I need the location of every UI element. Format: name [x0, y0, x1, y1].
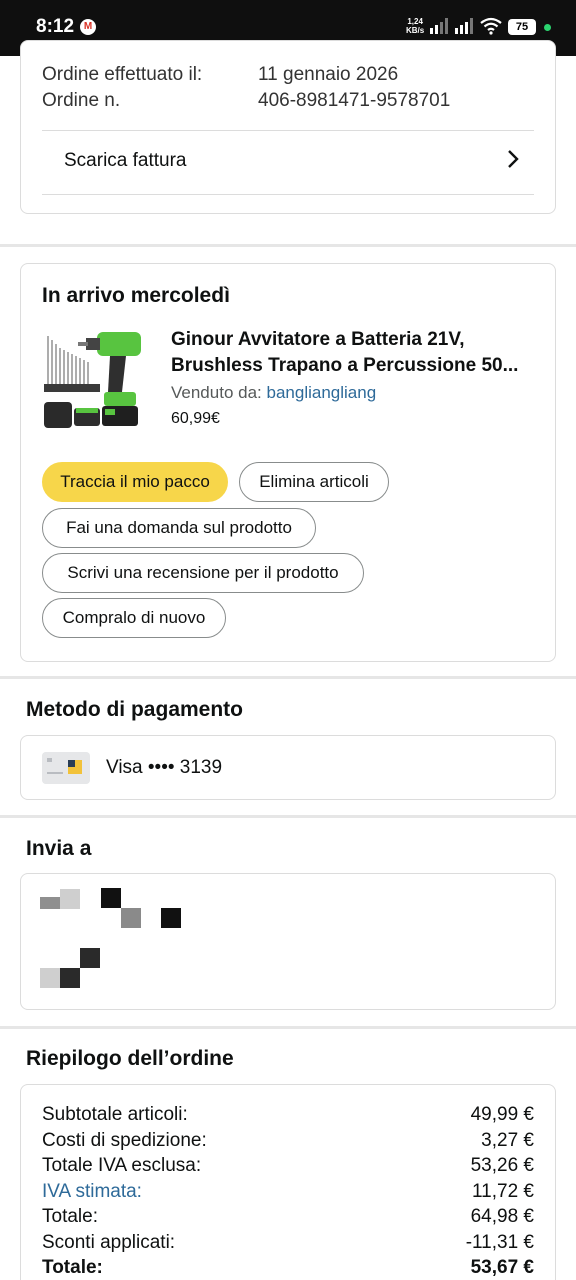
- section-divider: [0, 815, 576, 818]
- wifi-icon: [480, 17, 502, 35]
- section-divider: [0, 244, 576, 247]
- chevron-right-icon: [508, 150, 519, 168]
- delete-items-button[interactable]: Elimina articoli: [239, 462, 389, 502]
- signal-icon: [455, 18, 473, 34]
- download-invoice-row[interactable]: Scarica fattura: [42, 132, 534, 192]
- ship-to-title: Invia a: [26, 837, 92, 860]
- divider: [42, 194, 534, 195]
- network-speed: 1,24 KB/s: [406, 17, 424, 35]
- buy-again-button[interactable]: Compralo di nuovo: [42, 598, 226, 638]
- summary-value: 64,98 €: [470, 1206, 534, 1227]
- delivery-status-title: In arrivo mercoledì: [42, 284, 230, 307]
- summary-label: Sconti applicati:: [42, 1232, 176, 1253]
- credit-card-icon: [42, 752, 90, 784]
- order-summary-title: Riepilogo dell’ordine: [26, 1047, 234, 1070]
- summary-value: 3,27 €: [481, 1130, 534, 1151]
- order-number-value: 406-8981471-9578701: [258, 90, 451, 111]
- payment-method-card: [20, 735, 556, 800]
- order-date-value: 11 gennaio 2026: [258, 64, 399, 85]
- gmail-icon: M: [80, 19, 96, 35]
- network-speed-unit: KB/s: [406, 26, 425, 35]
- seller-link[interactable]: bangliangliang: [267, 383, 377, 402]
- seller-info: Venduto da: bangliangliang: [171, 383, 376, 403]
- summary-label: Costi di spedizione:: [42, 1130, 207, 1151]
- payment-method-text: Visa •••• 3139: [106, 757, 223, 778]
- section-divider: [0, 676, 576, 679]
- status-time: 8:12: [36, 16, 75, 37]
- summary-label: Totale IVA esclusa:: [42, 1155, 202, 1176]
- summary-label: Totale:: [42, 1206, 98, 1227]
- product-title-line-2: Brushless Trapano a Percussione 50...: [171, 355, 519, 376]
- download-invoice-label: Scarica fattura: [64, 150, 187, 171]
- summary-row-shipping: Costi di spedizione: 3,27 €: [42, 1130, 534, 1154]
- product-title[interactable]: Ginour Avvitatore a Batteria 21V, Brushl…: [171, 327, 536, 379]
- summary-value: 11,72 €: [472, 1181, 534, 1202]
- ask-question-button[interactable]: Fai una domanda sul prodotto: [42, 508, 316, 548]
- estimated-vat-link[interactable]: IVA stimata:: [42, 1181, 142, 1203]
- order-date-label: Ordine effettuato il:: [42, 64, 203, 85]
- summary-row-estimated-vat: IVA stimata: 11,72 €: [42, 1181, 534, 1205]
- seller-label: Venduto da:: [171, 383, 262, 402]
- section-divider: [0, 1026, 576, 1029]
- payment-method-title: Metodo di pagamento: [26, 698, 243, 721]
- summary-row-discounts: Sconti applicati: -11,31 €: [42, 1232, 534, 1256]
- privacy-indicator: [544, 24, 551, 31]
- product-title-line-1: Ginour Avvitatore a Batteria 21V,: [171, 329, 465, 350]
- summary-value: 53,67 €: [470, 1257, 534, 1278]
- summary-row-total-ex-vat: Totale IVA esclusa: 53,26 €: [42, 1155, 534, 1179]
- signal-icon: [430, 18, 448, 34]
- battery-icon: 75: [508, 19, 536, 35]
- summary-value: 49,99 €: [470, 1104, 534, 1125]
- summary-row-grand-total: Totale: 53,67 €: [42, 1257, 534, 1280]
- network-speed-value: 1,24: [407, 17, 423, 26]
- order-number-label: Ordine n.: [42, 90, 121, 111]
- summary-label: Subtotale articoli:: [42, 1104, 188, 1125]
- summary-label: Totale:: [42, 1257, 103, 1278]
- write-review-button[interactable]: Scrivi una recensione per il prodotto: [42, 553, 364, 593]
- divider: [42, 130, 534, 131]
- summary-value: 53,26 €: [470, 1155, 534, 1176]
- product-image[interactable]: [42, 322, 152, 432]
- summary-row-subtotal: Subtotale articoli: 49,99 €: [42, 1104, 534, 1128]
- summary-row-total: Totale: 64,98 €: [42, 1206, 534, 1230]
- product-price: 60,99€: [171, 410, 220, 427]
- summary-value: -11,31 €: [465, 1232, 534, 1253]
- track-package-button[interactable]: Traccia il mio pacco: [42, 462, 228, 502]
